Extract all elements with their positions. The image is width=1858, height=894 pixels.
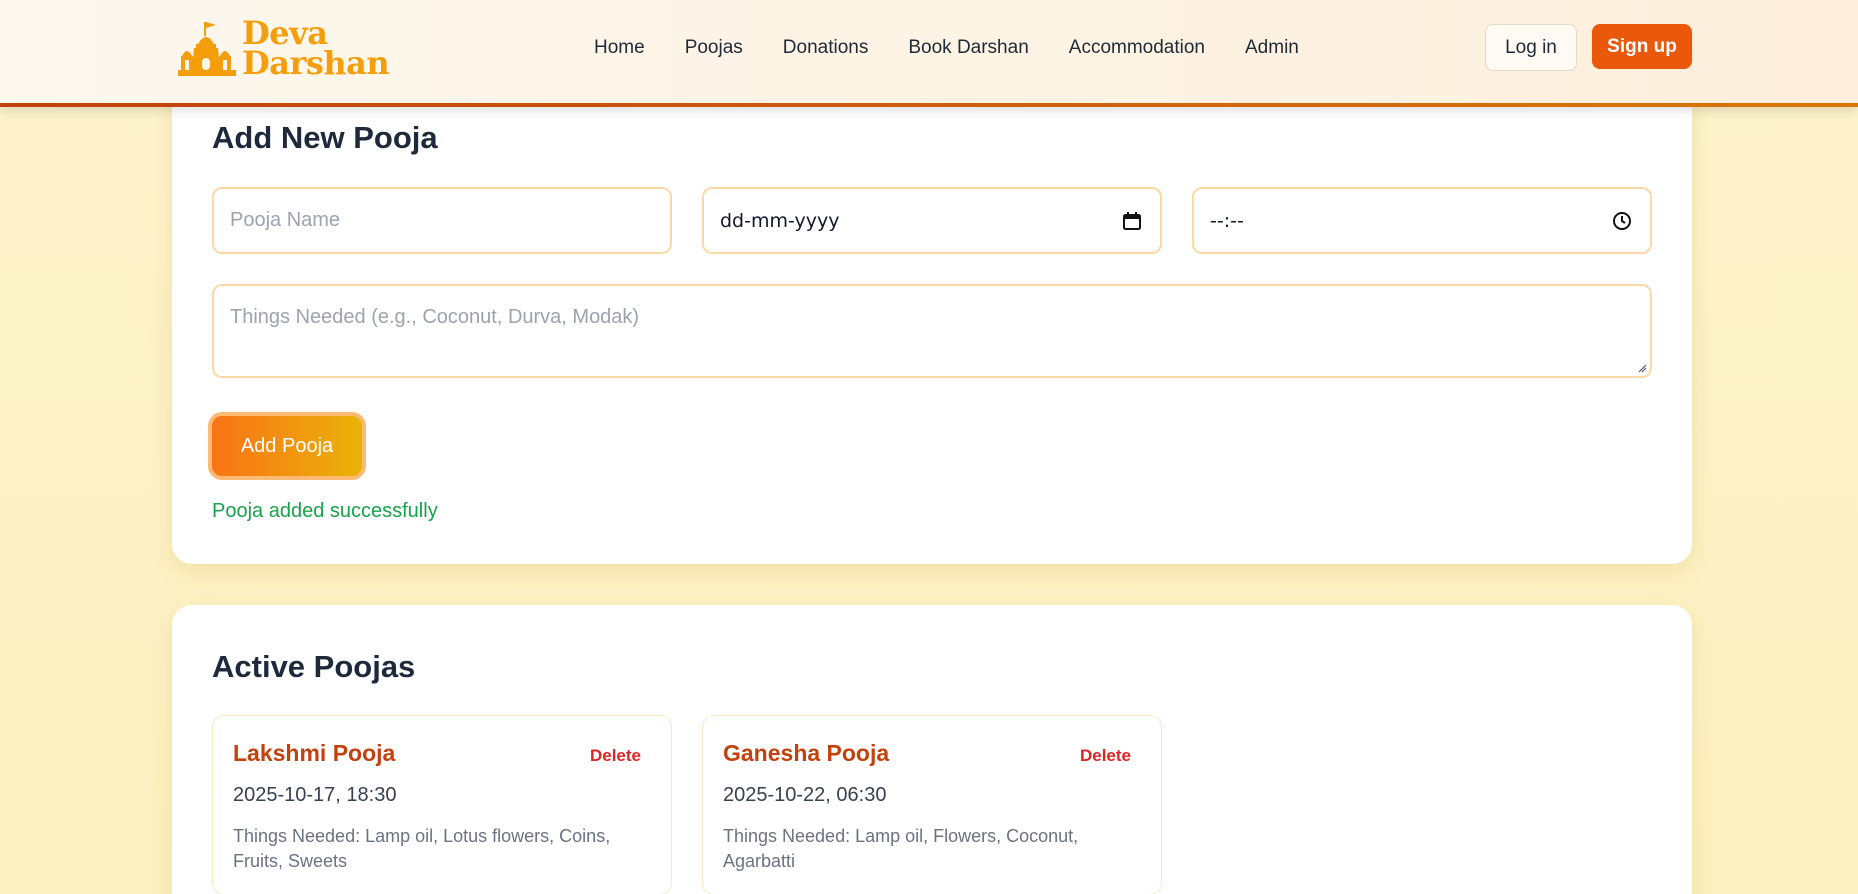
status-message: Pooja added successfully xyxy=(212,500,438,522)
pooja-item: Ganesha Pooja Delete 2025-10-22, 06:30 T… xyxy=(702,715,1162,894)
nav-admin[interactable]: Admin xyxy=(1245,36,1299,60)
pooja-item-datetime: 2025-10-22, 06:30 xyxy=(723,784,887,806)
pooja-time-input[interactable]: --:-- xyxy=(1192,187,1652,254)
login-button[interactable]: Log in xyxy=(1485,24,1577,71)
things-needed-placeholder: Things Needed (e.g., Coconut, Durva, Mod… xyxy=(230,306,640,328)
nav-home[interactable]: Home xyxy=(594,36,645,60)
pooja-item-datetime: 2025-10-17, 18:30 xyxy=(233,784,397,806)
nav-book-darshan[interactable]: Book Darshan xyxy=(908,36,1028,60)
pooja-date-input[interactable]: dd-mm-yyyy xyxy=(702,187,1162,254)
pooja-name-placeholder: Pooja Name xyxy=(230,209,341,231)
resize-grip-icon[interactable] xyxy=(1637,363,1647,373)
active-poojas-title: Active Poojas xyxy=(212,649,416,684)
date-value: dd-mm-yyyy xyxy=(720,209,840,232)
pooja-item: Lakshmi Pooja Delete 2025-10-17, 18:30 T… xyxy=(212,715,672,894)
pooja-item-name: Lakshmi Pooja xyxy=(233,740,396,766)
time-value: --:-- xyxy=(1210,209,1244,232)
delete-button[interactable]: Delete xyxy=(590,746,641,766)
temple-icon xyxy=(178,22,236,76)
active-poojas-card: Active Poojas Lakshmi Pooja Delete 2025-… xyxy=(172,605,1692,894)
add-pooja-title: Add New Pooja xyxy=(212,120,438,155)
nav-donations[interactable]: Donations xyxy=(783,36,869,60)
pooja-item-name: Ganesha Pooja xyxy=(723,740,890,766)
calendar-icon[interactable] xyxy=(1122,211,1142,231)
add-pooja-button[interactable]: Add Pooja xyxy=(208,412,366,480)
delete-button[interactable]: Delete xyxy=(1080,746,1131,766)
brand-line-2: Darshan xyxy=(242,44,390,82)
clock-icon[interactable] xyxy=(1612,211,1632,231)
main-nav: Home Poojas Donations Book Darshan Accom… xyxy=(594,36,1339,60)
pooja-name-input[interactable]: Pooja Name xyxy=(212,187,672,254)
signup-button[interactable]: Sign up xyxy=(1592,24,1692,69)
brand-logo[interactable]: Deva Darshan xyxy=(178,17,390,82)
pooja-item-things: Things Needed: Lamp oil, Lotus flowers, … xyxy=(233,826,611,871)
brand-name: Deva Darshan xyxy=(242,17,390,82)
nav-poojas[interactable]: Poojas xyxy=(685,36,743,60)
things-needed-textarea[interactable]: Things Needed (e.g., Coconut, Durva, Mod… xyxy=(212,284,1652,378)
nav-accommodation[interactable]: Accommodation xyxy=(1069,36,1205,60)
top-navbar: Deva Darshan Home Poojas Donations Book … xyxy=(0,0,1858,107)
add-pooja-card: Add New Pooja Pooja Name dd-mm-yyyy --:-… xyxy=(172,60,1692,564)
pooja-item-things: Things Needed: Lamp oil, Flowers, Coconu… xyxy=(723,826,1079,871)
